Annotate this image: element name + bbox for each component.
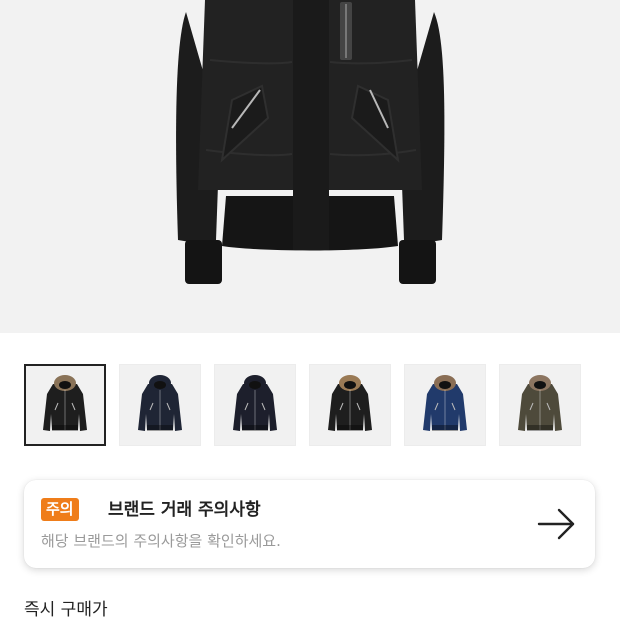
warning-badge: 주의 xyxy=(41,498,79,521)
instant-buy-price-heading: 즉시 구매가 xyxy=(24,600,108,620)
brand-notice-card[interactable]: 주의 브랜드 거래 주의사항 해당 브랜드의 주의사항을 확인하세요. xyxy=(24,480,595,568)
jacket-thumbnail-image xyxy=(518,375,562,431)
jacket-illustration xyxy=(176,0,445,284)
notice-description: 해당 브랜드의 주의사항을 확인하세요. xyxy=(41,532,281,550)
product-thumbnail[interactable] xyxy=(214,364,296,446)
arrow-right-icon[interactable] xyxy=(537,506,577,542)
product-thumbnail-list xyxy=(24,364,581,446)
notice-title: 브랜드 거래 주의사항 xyxy=(108,500,261,520)
product-thumbnail[interactable] xyxy=(119,364,201,446)
product-thumbnail[interactable] xyxy=(309,364,391,446)
jacket-thumbnail-image xyxy=(423,375,467,431)
product-thumbnail[interactable] xyxy=(499,364,581,446)
product-thumbnail[interactable] xyxy=(404,364,486,446)
jacket-thumbnail-image xyxy=(43,375,87,431)
product-thumbnail[interactable] xyxy=(24,364,106,446)
jacket-thumbnail-image xyxy=(233,375,277,431)
jacket-thumbnail-image xyxy=(328,375,372,431)
product-main-image[interactable] xyxy=(0,0,620,333)
jacket-thumbnail-image xyxy=(138,375,182,431)
